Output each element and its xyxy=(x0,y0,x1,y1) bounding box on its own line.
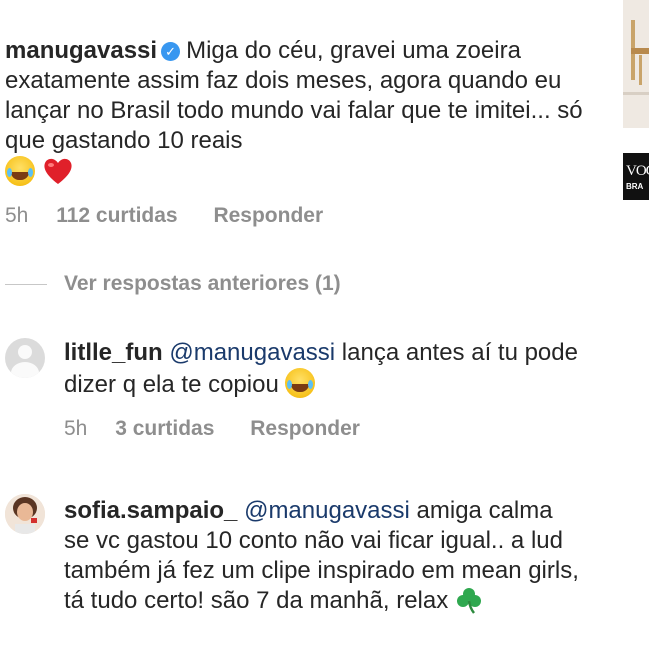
comment-body: manugavassi ✓ Miga do céu, gravei uma zoei… xyxy=(5,36,595,188)
comment-body: sofia.sampaio_ @manugavassi amiga calma … xyxy=(64,496,584,616)
side-thumbnail-image[interactable] xyxy=(623,0,649,128)
comment-sofia-sampaio: sofia.sampaio_ @manugavassi amiga calma … xyxy=(64,496,584,616)
verified-badge-icon: ✓ xyxy=(161,42,181,61)
username-link[interactable]: sofia.sampaio_ xyxy=(64,497,237,524)
red-heart-icon xyxy=(42,156,74,186)
likes-count[interactable]: 3 curtidas xyxy=(115,417,214,440)
reply-button[interactable]: Responder xyxy=(213,204,323,227)
username-link[interactable]: manugavassi xyxy=(5,37,157,64)
comment-time: 5h xyxy=(64,417,88,440)
username-link[interactable]: litlle_fun xyxy=(64,339,163,366)
comment-meta: 5h 3 curtidas Responder xyxy=(64,417,360,441)
face-with-tears-of-joy-icon xyxy=(5,156,35,186)
shamrock-icon xyxy=(455,586,483,614)
comment-body: litlle_fun @manugavassi lança antes aí t… xyxy=(64,338,584,400)
comment-litlle-fun: litlle_fun @manugavassi lança antes aí t… xyxy=(64,338,584,400)
view-previous-replies-button[interactable]: Ver respostas anteriores (1) xyxy=(64,272,341,296)
reply-button[interactable]: Responder xyxy=(250,417,360,440)
replies-divider xyxy=(5,284,47,285)
avatar[interactable] xyxy=(5,338,45,378)
comment-manugavassi: manugavassi ✓ Miga do céu, gravei uma zoei… xyxy=(5,36,595,188)
comment-meta: 5h 112 curtidas Responder xyxy=(5,204,323,228)
vogue-logo[interactable]: VOG BRA xyxy=(623,153,649,200)
likes-count[interactable]: 112 curtidas xyxy=(56,204,177,227)
mention-link[interactable]: @manugavassi xyxy=(169,339,335,366)
avatar[interactable] xyxy=(5,494,45,534)
face-with-tears-of-joy-icon xyxy=(285,368,316,398)
mention-link[interactable]: @manugavassi xyxy=(244,497,410,524)
comment-time: 5h xyxy=(5,204,29,227)
